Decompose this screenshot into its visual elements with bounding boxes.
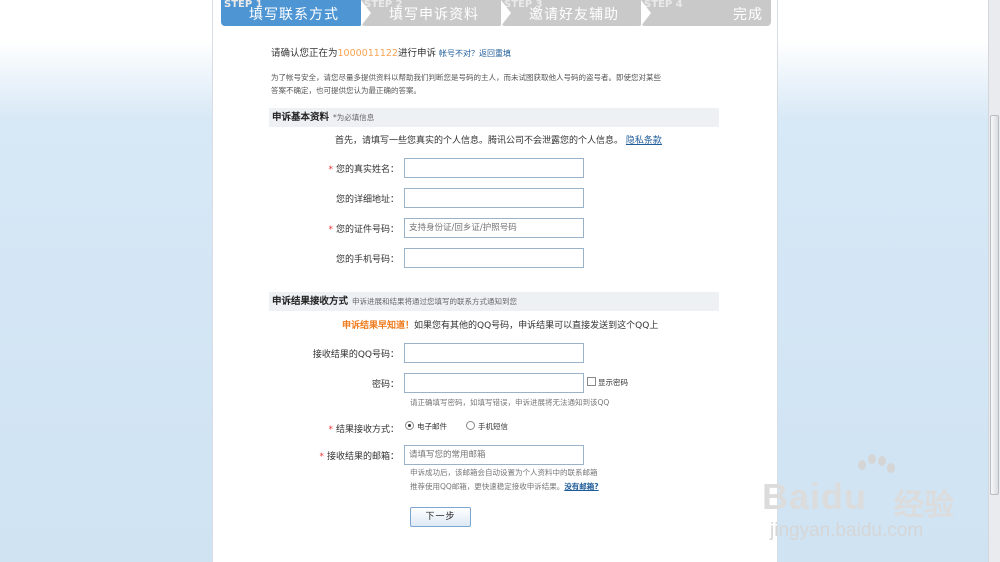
basic-info-section-header: 申诉基本资料 *为必填信息 [269,108,719,127]
appeal-form-page: STEP 1 填写联系方式 STEP 2 填写申诉资料 STEP 3 邀请好友辅… [212,0,778,562]
email-tip-line2: 推荐使用QQ邮箱，更快速稳定接收申诉结果。没有邮箱? [410,480,599,494]
show-password-checkbox[interactable] [587,377,596,386]
intro-text: 首先，请填写一些您真实的个人信息。腾讯公司不会泄露您的个人信息。 [335,136,624,146]
basic-info-intro: 首先，请填写一些您真实的个人信息。腾讯公司不会泄露您的个人信息。 隐私条款 [335,133,662,146]
id-number-input[interactable] [404,218,584,238]
watermark-brand-part1: Bai [762,476,822,517]
required-asterisk: * [328,225,333,235]
result-section-header: 申诉结果接收方式 申诉进展和结果将通过您填写的联系方式通知到您 [269,292,719,311]
receive-method-row: * 结果接收方式： 电子邮件 手机短信 [213,420,779,436]
watermark-brand: Baidu [762,476,867,518]
radio-label: 电子邮件 [417,422,447,431]
email-tip-text: 推荐使用QQ邮箱，更快速稳定接收申诉结果。 [410,482,565,491]
label-text: 接收结果的邮箱： [326,452,399,462]
step-2: STEP 2 填写申诉资料 [361,0,503,26]
required-hint: *为必填信息 [333,113,375,122]
id-number-row: * 您的证件号码： [213,218,779,239]
email-tip: 申诉成功后，该邮箱会自动设置为个人资料中的联系邮箱 推荐使用QQ邮箱，更快速稳定… [410,466,599,494]
early-notice-highlight: 申诉结果早知道！ [342,321,415,331]
step-3: STEP 3 邀请好友辅助 [501,0,643,26]
phone-input[interactable] [404,248,584,268]
early-notice: 申诉结果早知道！如果您有其他的QQ号码，申诉结果可以直接发送到这个QQ上 [342,318,658,331]
address-input[interactable] [404,188,584,208]
method-email-radio[interactable]: 电子邮件 [405,421,447,432]
required-asterisk: * [328,165,333,175]
radio-dot[interactable] [405,421,414,430]
step-label: 填写联系方式 [249,7,339,23]
password-tip: 请正确填写密码，如填写错误，申诉进展将无法通知到该QQ [410,398,610,407]
phone-label: 您的手机号码： [335,255,399,265]
real-name-row: * 您的真实姓名： [213,158,779,179]
receive-method-label: * 结果接收方式： [328,422,399,435]
wrong-account-link[interactable]: 帐号不对？返回重填 [439,49,511,58]
password-label: 密码： [371,380,399,390]
step-label: 填写申诉资料 [389,7,479,23]
label-text: 您的证件号码： [335,225,399,235]
step-label: 邀请好友辅助 [529,7,619,23]
method-sms-radio[interactable]: 手机短信 [466,421,508,432]
scrollbar-thumb[interactable] [990,115,999,495]
privacy-policy-link[interactable]: 隐私条款 [626,136,662,146]
confirm-suffix: 进行申诉 [397,48,436,59]
early-notice-text: 如果您有其他的QQ号码，申诉结果可以直接发送到这个QQ上 [414,321,659,331]
step-label: 完成 [733,7,763,23]
email-row: * 接收结果的邮箱： [213,445,779,466]
show-password-toggle[interactable]: 显示密码 [587,377,628,388]
qq-number-label: 接收结果的QQ号码： [312,350,399,360]
password-input[interactable] [404,373,584,393]
section-title: 申诉结果接收方式 [272,296,349,307]
step-4: STEP 4 完成 [641,0,771,26]
baidu-jingyan-watermark: Baidu 经验 jingyan.baidu.com [762,450,982,550]
step-arrow-divider [501,0,511,26]
step-arrow-divider [361,0,371,26]
phone-row: 您的手机号码： [213,248,779,269]
next-step-button[interactable]: 下一步 [410,507,471,527]
radio-dot[interactable] [466,421,475,430]
id-number-label: * 您的证件号码： [328,222,399,235]
no-mailbox-link[interactable]: 没有邮箱? [564,482,598,491]
real-name-input[interactable] [404,158,584,178]
password-row: 密码： [213,373,779,394]
account-confirm-line: 请确认您正在为1000011122进行申诉 帐号不对？返回重填 [271,45,511,59]
section-title: 申诉基本资料 [272,112,330,123]
watermark-chinese: 经验 [894,488,954,523]
real-name-label: * 您的真实姓名： [328,162,399,175]
email-tip-line1: 申诉成功后，该邮箱会自动设置为个人资料中的联系邮箱 [410,468,598,477]
account-number: 1000011122 [337,48,398,59]
radio-label: 手机短信 [478,422,508,431]
watermark-brand-part2: du [821,476,868,517]
qq-number-input[interactable] [404,343,584,363]
vertical-scrollbar[interactable] [988,0,1000,562]
watermark-url: jingyan.baidu.com [770,520,924,541]
label-text: 您的真实姓名： [335,165,399,175]
step-progress-bar: STEP 1 填写联系方式 STEP 2 填写申诉资料 STEP 3 邀请好友辅… [221,0,771,26]
confirm-prefix: 请确认您正在为 [271,48,338,59]
required-asterisk: * [319,452,324,462]
required-asterisk: * [328,425,333,435]
qq-number-row: 接收结果的QQ号码： [213,343,779,364]
email-label: * 接收结果的邮箱： [319,449,399,462]
address-label: 您的详细地址： [335,195,399,205]
email-input[interactable] [404,445,584,465]
show-password-label: 显示密码 [598,378,628,387]
label-text: 结果接收方式： [335,425,399,435]
step-1: STEP 1 填写联系方式 [221,0,363,26]
security-note: 为了帐号安全，请您尽量多提供资料以帮助我们判断您是号码的主人，而未试图获取他人号… [271,73,661,95]
address-row: 您的详细地址： [213,188,779,209]
step-arrow-divider [641,0,651,26]
section-hint: 申诉进展和结果将通过您填写的联系方式通知到您 [352,297,518,306]
